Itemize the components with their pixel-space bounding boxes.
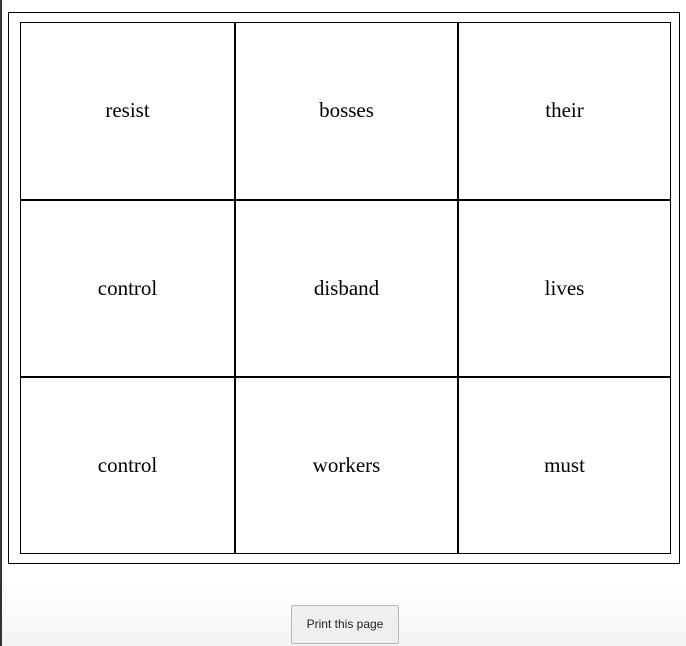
- grid-cell: control: [20, 198, 236, 378]
- grid-cell: workers: [234, 375, 459, 554]
- grid-cell: resist: [20, 22, 236, 201]
- word-grid: resist bosses their control disband live…: [20, 22, 671, 554]
- grid-row: resist bosses their: [20, 22, 671, 201]
- grid-cell: control: [20, 375, 236, 554]
- page: resist bosses their control disband live…: [0, 0, 686, 646]
- grid-cell: lives: [457, 198, 671, 378]
- window-left-edge: [0, 0, 2, 646]
- grid-row: control workers must: [20, 375, 671, 554]
- grid-row: control disband lives: [20, 198, 671, 378]
- grid-cell: disband: [234, 198, 459, 378]
- grid-cell: bosses: [234, 22, 459, 201]
- grid-cell: must: [457, 375, 671, 554]
- grid-cell: their: [457, 22, 671, 201]
- print-page-button[interactable]: Print this page: [291, 605, 399, 644]
